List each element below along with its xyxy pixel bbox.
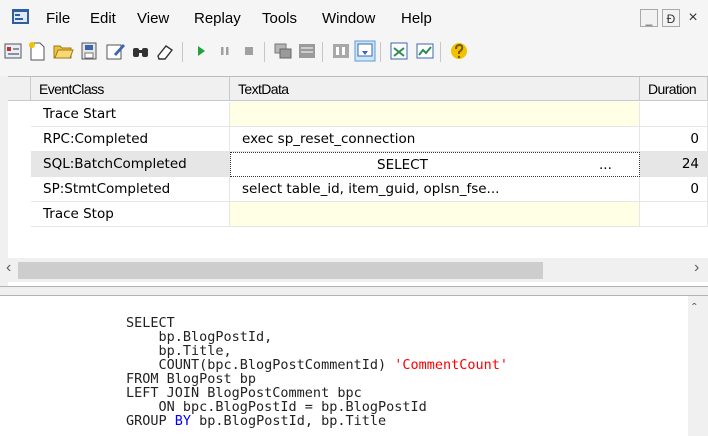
edit-properties-icon[interactable] [104,40,126,62]
textdata-value: SELECT [377,157,428,173]
scroll-right-icon[interactable]: › [694,259,699,277]
sql-line: bp.BlogPostId, [126,329,273,345]
table-row[interactable]: SP:StmtCompleted select table_id, item_g… [8,177,708,202]
duration-cell: 0 [640,177,708,202]
menu-edit[interactable]: Edit [90,10,116,27]
duration-cell: 24 [640,152,708,177]
save-trace-icon[interactable] [78,40,100,62]
eventclass-cell: SP:StmtCompleted [31,177,230,202]
sql-group-cols: bp.BlogPostId, bp.Title [191,413,387,429]
stop-icon[interactable] [238,40,260,62]
sql-alias-string: 'CommentCount' [394,357,509,373]
eventclass-cell: RPC:Completed [31,127,230,152]
duration-cell [640,102,708,127]
column-header-duration[interactable]: Duration [640,77,708,101]
menu-window[interactable]: Window [322,10,375,27]
sql-line: COUNT(bpc.BlogPostCommentId) 'CommentCou… [126,357,509,373]
scroll-left-icon[interactable]: ‹ [6,259,11,277]
toolbar-separator [264,42,265,62]
textdata-cell: SELECT ... [230,152,640,177]
eventclass-cell: Trace Stop [31,202,230,227]
column-header-textdata[interactable]: TextData [230,77,640,101]
activity-monitor-icon[interactable] [388,40,410,62]
clear-window-icon[interactable] [154,40,176,62]
duration-cell [640,202,708,227]
sql-group: GROUP [126,413,175,429]
table-row[interactable]: Trace Stop [8,202,708,227]
sql-line: GROUP BY bp.BlogPostId, bp.Title [126,414,508,428]
textdata-cell: select table_id, item_guid, oplsn_fse... [230,177,640,202]
app-icon [12,9,29,24]
new-trace-icon[interactable] [26,40,48,62]
trace-grid: EventClass TextData Duration Trace Start… [8,76,708,271]
toolbar-separator [322,42,323,62]
scroll-up-icon[interactable]: ˆ [692,300,697,316]
sql-line: FROM BlogPost bp [126,371,257,387]
restore-button[interactable]: Ɖ [662,9,680,27]
run-icon[interactable] [190,40,212,62]
events-icon[interactable] [272,40,294,62]
help-icon[interactable] [448,40,470,62]
grid-left-margin [0,76,8,286]
row-header [8,102,31,127]
row-header [8,177,31,202]
table-row-selected[interactable]: SQL:BatchCompleted SELECT ... 24 [8,152,708,177]
sql-line: SELECT [126,315,175,331]
toolbar-separator [380,42,381,62]
row-header [8,127,31,152]
menu-view[interactable]: View [137,10,169,27]
close-button[interactable]: × [684,9,702,27]
minimize-button[interactable]: _ [640,9,658,27]
textdata-cell: exec sp_reset_connection [230,127,640,152]
scrollbar-thumb[interactable] [18,262,543,279]
menu-replay[interactable]: Replay [194,10,241,27]
perfmon-icon[interactable] [414,40,436,62]
textdata-ellipsis: ... [599,157,612,173]
sql-line: ON bpc.BlogPostId = bp.BlogPostId [126,399,427,415]
duration-cell: 0 [640,127,708,152]
pane-splitter[interactable] [0,286,708,296]
table-row[interactable]: RPC:Completed exec sp_reset_connection 0 [8,127,708,152]
vertical-scrollbar[interactable]: ˆ [688,296,708,436]
menu-tools[interactable]: Tools [262,10,297,27]
open-folder-icon[interactable] [52,40,74,62]
textdata-detail-pane[interactable]: SELECT bp.BlogPostId, bp.Title, COUNT(bp… [0,296,688,436]
pause-icon[interactable] [214,40,236,62]
textdata-cell [230,202,640,227]
toolbar [0,34,708,76]
sql-keyword-by: BY [174,413,192,429]
row-header-corner [8,77,31,101]
row-header [8,202,31,227]
row-header [8,152,31,177]
toolbar-separator [182,42,183,62]
eventclass-cell: SQL:BatchCompleted [31,152,230,177]
menu-bar: File Edit View Replay Tools Window Help … [0,0,708,34]
columns-icon[interactable] [296,40,318,62]
auto-scroll-icon[interactable] [354,40,376,62]
find-icon[interactable] [130,40,152,62]
eventclass-cell: Trace Start [31,102,230,127]
menu-help[interactable]: Help [401,10,432,27]
toolbar-separator [440,42,441,62]
textdata-cell [230,102,640,127]
template-icon[interactable] [330,40,352,62]
sql-line: LEFT JOIN BlogPostComment bpc [126,385,362,401]
horizontal-scrollbar[interactable]: ‹ › [0,258,708,282]
menu-file[interactable]: File [46,10,70,27]
column-header-eventclass[interactable]: EventClass [31,77,230,101]
table-row[interactable]: Trace Start [8,102,708,127]
sql-text: SELECT bp.BlogPostId, bp.Title, COUNT(bp… [126,316,508,428]
properties-icon[interactable] [2,40,24,62]
sql-line: bp.Title, [126,343,232,359]
